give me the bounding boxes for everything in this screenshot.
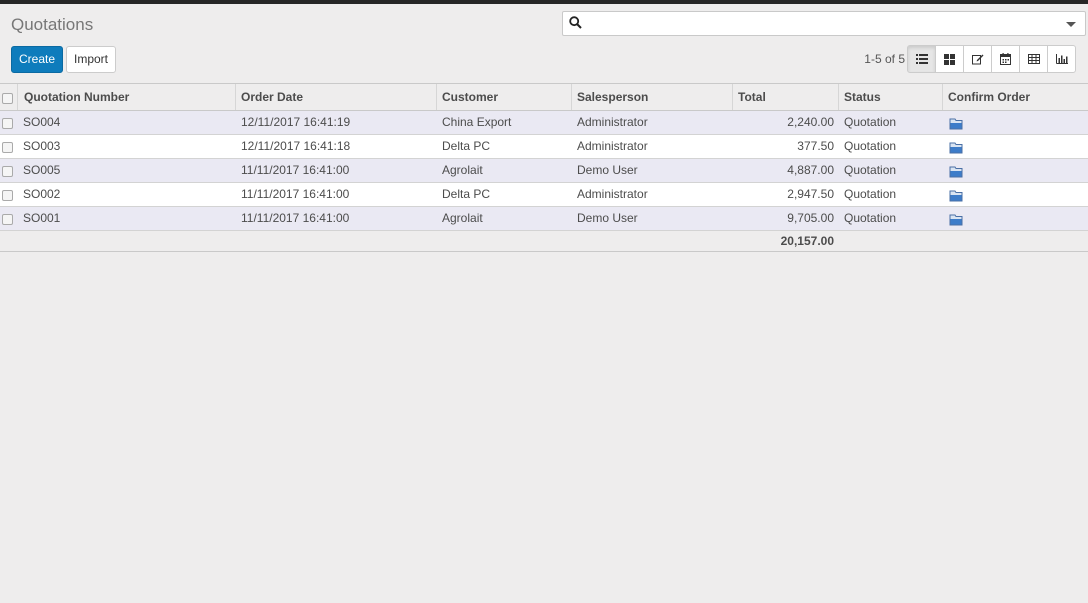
search-box[interactable] [562,11,1086,36]
table-footer-row: 20,157.00 [0,231,1088,252]
list-view-button[interactable] [907,45,936,73]
kanban-view-button[interactable] [935,45,964,73]
cell-quotation-number: SO003 [23,139,61,153]
cell-quotation-number: SO001 [23,211,61,225]
row-select-cell [0,111,18,134]
search-input[interactable] [589,14,1053,33]
cell-status: Quotation [844,139,897,153]
pivot-view-button[interactable] [1019,45,1048,73]
cell-total: 377.50 [797,139,834,153]
cell-salesperson: Demo User [577,211,638,225]
row-checkbox[interactable] [2,190,13,201]
column-header-salesperson[interactable]: Salesperson [572,84,733,110]
column-header-confirm-order[interactable]: Confirm Order [943,84,1088,110]
search-options-dropdown-icon[interactable] [1066,22,1076,27]
cell-order-date: 11/11/2017 16:41:00 [241,211,350,225]
cell-customer: China Export [442,115,512,129]
cell-status: Quotation [844,163,897,177]
column-header-customer[interactable]: Customer [437,84,572,110]
cell-total: 9,705.00 [787,211,834,225]
confirm-order-cell [943,135,1088,158]
cell-quotation-number: SO004 [23,115,61,129]
bar-chart-icon [1055,54,1068,64]
search-icon [569,16,582,32]
page-title: Quotations [11,15,94,34]
column-header-order-date[interactable]: Order Date [236,84,437,110]
column-header-total[interactable]: Total [733,84,839,110]
confirm-order-icon[interactable] [949,163,963,182]
top-bar [0,0,1088,4]
calendar-view-button[interactable] [991,45,1020,73]
table-header-row: Quotation Number Order Date Customer Sal… [0,83,1088,111]
row-select-cell [0,183,18,206]
pager-value[interactable]: 1-5 of 5 [850,52,905,66]
cell-customer: Delta PC [442,187,491,201]
footer-total: 20,157.00 [780,234,834,248]
graph-view-button[interactable] [1047,45,1076,73]
table-row[interactable]: SO001 11/11/2017 16:41:00 Agrolait Demo … [0,207,1088,231]
row-checkbox[interactable] [2,214,13,225]
cell-order-date: 12/11/2017 16:41:19 [241,115,351,129]
cell-salesperson: Administrator [577,115,648,129]
confirm-order-cell [943,159,1088,182]
row-checkbox[interactable] [2,166,13,177]
cell-status: Quotation [844,187,897,201]
import-button[interactable]: Import [66,46,116,73]
table-row[interactable]: SO005 11/11/2017 16:41:00 Agrolait Demo … [0,159,1088,183]
edit-icon [971,54,983,65]
cell-customer: Agrolait [442,211,483,225]
view-switcher [907,45,1076,73]
quotations-table: Quotation Number Order Date Customer Sal… [0,83,1088,252]
table-row[interactable]: SO004 12/11/2017 16:41:19 China Export A… [0,111,1088,135]
select-all-cell [0,84,18,110]
cell-salesperson: Demo User [577,163,638,177]
kanban-view-icon [944,53,955,65]
row-select-cell [0,159,18,182]
row-select-cell [0,135,18,158]
confirm-order-icon[interactable] [949,187,963,206]
confirm-order-icon[interactable] [949,139,963,158]
cell-order-date: 11/11/2017 16:41:00 [241,187,350,201]
cell-quotation-number: SO002 [23,187,61,201]
cell-customer: Agrolait [442,163,483,177]
list-view-icon [915,54,928,64]
cell-status: Quotation [844,211,897,225]
cell-order-date: 12/11/2017 16:41:18 [241,139,351,153]
cell-salesperson: Administrator [577,187,648,201]
table-row[interactable]: SO002 11/11/2017 16:41:00 Delta PC Admin… [0,183,1088,207]
row-select-cell [0,207,18,230]
confirm-order-icon[interactable] [949,211,963,230]
row-checkbox[interactable] [2,142,13,153]
cell-salesperson: Administrator [577,139,648,153]
row-checkbox[interactable] [2,118,13,129]
cell-order-date: 11/11/2017 16:41:00 [241,163,350,177]
cell-status: Quotation [844,115,897,129]
table-row[interactable]: SO003 12/11/2017 16:41:18 Delta PC Admin… [0,135,1088,159]
cell-customer: Delta PC [442,139,491,153]
confirm-order-cell [943,183,1088,206]
calendar-icon [1000,53,1011,65]
create-button[interactable]: Create [11,46,63,73]
confirm-order-cell [943,207,1088,230]
select-all-checkbox[interactable] [2,93,13,104]
column-header-status[interactable]: Status [839,84,943,110]
confirm-order-cell [943,111,1088,134]
column-header-quotation-number[interactable]: Quotation Number [18,84,236,110]
cell-total: 2,240.00 [787,115,834,129]
cell-total: 2,947.50 [787,187,834,201]
cell-quotation-number: SO005 [23,163,61,177]
cell-total: 4,887.00 [787,163,834,177]
confirm-order-icon[interactable] [949,115,963,134]
table-icon [1027,54,1040,64]
form-view-button[interactable] [963,45,992,73]
